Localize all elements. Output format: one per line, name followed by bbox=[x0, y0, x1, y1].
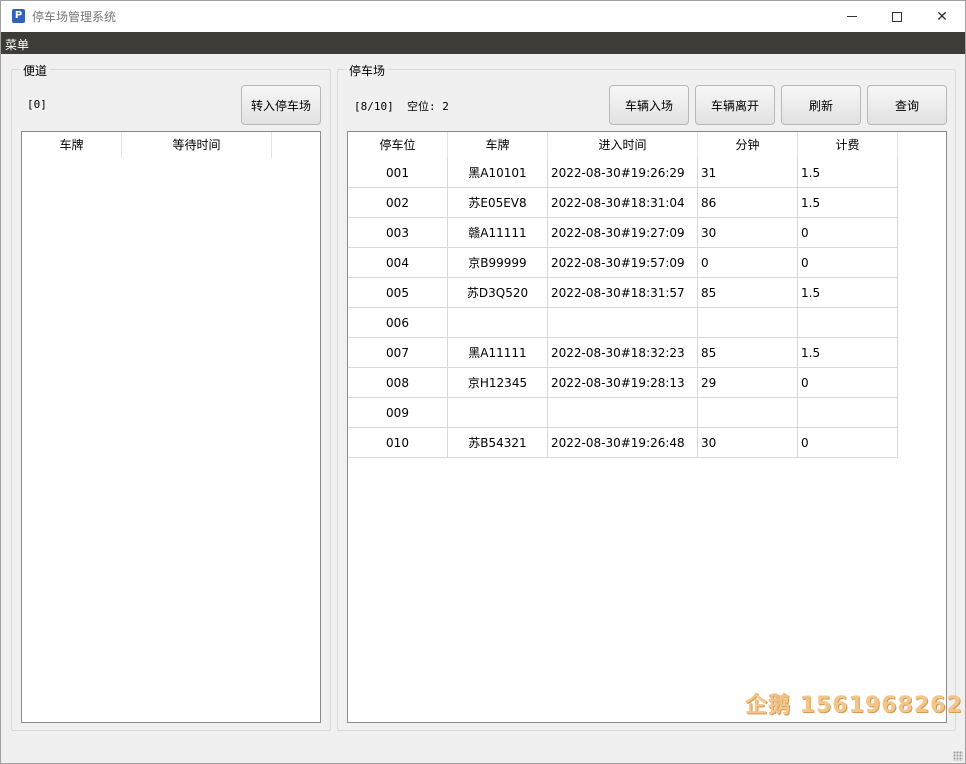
fee-cell[interactable]: 1.5 bbox=[798, 158, 898, 188]
minutes-cell[interactable]: 30 bbox=[698, 428, 798, 458]
minimize-icon bbox=[847, 16, 857, 17]
vehicle-enter-button[interactable]: 车辆入场 bbox=[609, 85, 689, 125]
parking-status: [8/10] 空位: 2 bbox=[354, 100, 449, 113]
minutes-cell[interactable]: 85 bbox=[698, 278, 798, 308]
plate-cell[interactable] bbox=[448, 398, 548, 428]
table-row[interactable]: 008 京H12345 2022-08-30#19:28:13 29 0 bbox=[348, 368, 898, 398]
refresh-button[interactable]: 刷新 bbox=[781, 85, 861, 125]
entry-time-cell[interactable] bbox=[548, 308, 698, 338]
query-button[interactable]: 查询 bbox=[867, 85, 947, 125]
table-row[interactable]: 006 bbox=[348, 308, 898, 338]
entry-time-cell[interactable]: 2022-08-30#19:27:09 bbox=[548, 218, 698, 248]
table-row[interactable]: 003 赣A11111 2022-08-30#19:27:09 30 0 bbox=[348, 218, 898, 248]
fee-cell[interactable]: 0 bbox=[798, 248, 898, 278]
column-header-space[interactable]: 停车位 bbox=[348, 132, 448, 158]
side-road-title: 便道 bbox=[20, 62, 51, 79]
fee-cell[interactable]: 0 bbox=[798, 218, 898, 248]
vehicle-leave-button[interactable]: 车辆离开 bbox=[695, 85, 775, 125]
plate-cell[interactable]: 苏E05EV8 bbox=[448, 188, 548, 218]
minutes-cell[interactable]: 85 bbox=[698, 338, 798, 368]
plate-cell[interactable]: 京B99999 bbox=[448, 248, 548, 278]
parking-app-icon: P bbox=[12, 9, 25, 23]
side-road-count: [0] bbox=[27, 98, 47, 111]
space-cell[interactable]: 007 bbox=[348, 338, 448, 368]
maximize-button[interactable] bbox=[874, 1, 920, 32]
parking-table-header: 停车位 车牌 进入时间 分钟 计费 bbox=[348, 132, 898, 158]
close-button[interactable]: ✕ bbox=[919, 1, 965, 32]
side-road-table[interactable]: 车牌 等待时间 bbox=[21, 131, 321, 723]
column-header-plate[interactable]: 车牌 bbox=[448, 132, 548, 158]
parking-lot-title: 停车场 bbox=[346, 62, 389, 79]
table-row[interactable]: 002 苏E05EV8 2022-08-30#18:31:04 86 1.5 bbox=[348, 188, 898, 218]
title-bar[interactable]: P 停车场管理系统 ✕ bbox=[1, 1, 965, 32]
table-row[interactable]: 009 bbox=[348, 398, 898, 428]
plate-cell[interactable]: 苏D3Q520 bbox=[448, 278, 548, 308]
plate-cell[interactable]: 京H12345 bbox=[448, 368, 548, 398]
space-cell[interactable]: 001 bbox=[348, 158, 448, 188]
app-window: P 停车场管理系统 ✕ 菜单 便道 [0] 转入停车场 车牌 等待时间 停车场 … bbox=[0, 0, 966, 764]
table-row[interactable]: 004 京B99999 2022-08-30#19:57:09 0 0 bbox=[348, 248, 898, 278]
window-title: 停车场管理系统 bbox=[32, 10, 117, 24]
watermark-text: 企鹅 1561968262 bbox=[745, 693, 963, 718]
column-header-plate[interactable]: 车牌 bbox=[22, 132, 122, 158]
minimize-button[interactable] bbox=[829, 1, 875, 32]
plate-cell[interactable]: 黑A11111 bbox=[448, 338, 548, 368]
close-icon: ✕ bbox=[936, 8, 948, 25]
minutes-cell[interactable]: 30 bbox=[698, 218, 798, 248]
space-cell[interactable]: 008 bbox=[348, 368, 448, 398]
space-cell[interactable]: 010 bbox=[348, 428, 448, 458]
space-cell[interactable]: 003 bbox=[348, 218, 448, 248]
menu-bar: 菜单 bbox=[1, 32, 965, 54]
table-row[interactable]: 005 苏D3Q520 2022-08-30#18:31:57 85 1.5 bbox=[348, 278, 898, 308]
minutes-cell[interactable]: 31 bbox=[698, 158, 798, 188]
entry-time-cell[interactable]: 2022-08-30#18:31:57 bbox=[548, 278, 698, 308]
minutes-cell[interactable] bbox=[698, 398, 798, 428]
plate-cell[interactable]: 赣A11111 bbox=[448, 218, 548, 248]
minutes-cell[interactable]: 0 bbox=[698, 248, 798, 278]
entry-time-cell[interactable] bbox=[548, 398, 698, 428]
column-header-minutes[interactable]: 分钟 bbox=[698, 132, 798, 158]
column-header-fee[interactable]: 计费 bbox=[798, 132, 898, 158]
resize-grip-icon[interactable] bbox=[953, 751, 963, 761]
plate-cell[interactable]: 苏B54321 bbox=[448, 428, 548, 458]
parking-table[interactable]: 停车位 车牌 进入时间 分钟 计费 001 黑A10101 2022-08-30#1… bbox=[347, 131, 947, 723]
plate-cell[interactable]: 黑A10101 bbox=[448, 158, 548, 188]
fee-cell[interactable]: 0 bbox=[798, 368, 898, 398]
space-cell[interactable]: 005 bbox=[348, 278, 448, 308]
space-cell[interactable]: 009 bbox=[348, 398, 448, 428]
column-header-wait-time[interactable]: 等待时间 bbox=[122, 132, 272, 158]
minutes-cell[interactable]: 86 bbox=[698, 188, 798, 218]
entry-time-cell[interactable]: 2022-08-30#19:26:29 bbox=[548, 158, 698, 188]
entry-time-cell[interactable]: 2022-08-30#19:28:13 bbox=[548, 368, 698, 398]
menu-main[interactable]: 菜单 bbox=[5, 36, 29, 53]
maximize-icon bbox=[892, 11, 902, 22]
table-row[interactable]: 010 苏B54321 2022-08-30#19:26:48 30 0 bbox=[348, 428, 898, 458]
space-cell[interactable]: 006 bbox=[348, 308, 448, 338]
fee-cell[interactable] bbox=[798, 398, 898, 428]
transfer-to-parking-button[interactable]: 转入停车场 bbox=[241, 85, 321, 125]
table-row[interactable]: 007 黑A11111 2022-08-30#18:32:23 85 1.5 bbox=[348, 338, 898, 368]
fee-cell[interactable]: 0 bbox=[798, 428, 898, 458]
minutes-cell[interactable] bbox=[698, 308, 798, 338]
table-row[interactable]: 001 黑A10101 2022-08-30#19:26:29 31 1.5 bbox=[348, 158, 898, 188]
space-cell[interactable]: 004 bbox=[348, 248, 448, 278]
entry-time-cell[interactable]: 2022-08-30#18:32:23 bbox=[548, 338, 698, 368]
fee-cell[interactable]: 1.5 bbox=[798, 338, 898, 368]
minutes-cell[interactable]: 29 bbox=[698, 368, 798, 398]
space-cell[interactable]: 002 bbox=[348, 188, 448, 218]
column-header-entry-time[interactable]: 进入时间 bbox=[548, 132, 698, 158]
side-road-table-header: 车牌 等待时间 bbox=[22, 132, 272, 158]
plate-cell[interactable] bbox=[448, 308, 548, 338]
entry-time-cell[interactable]: 2022-08-30#18:31:04 bbox=[548, 188, 698, 218]
fee-cell[interactable]: 1.5 bbox=[798, 278, 898, 308]
fee-cell[interactable] bbox=[798, 308, 898, 338]
fee-cell[interactable]: 1.5 bbox=[798, 188, 898, 218]
entry-time-cell[interactable]: 2022-08-30#19:26:48 bbox=[548, 428, 698, 458]
entry-time-cell[interactable]: 2022-08-30#19:57:09 bbox=[548, 248, 698, 278]
